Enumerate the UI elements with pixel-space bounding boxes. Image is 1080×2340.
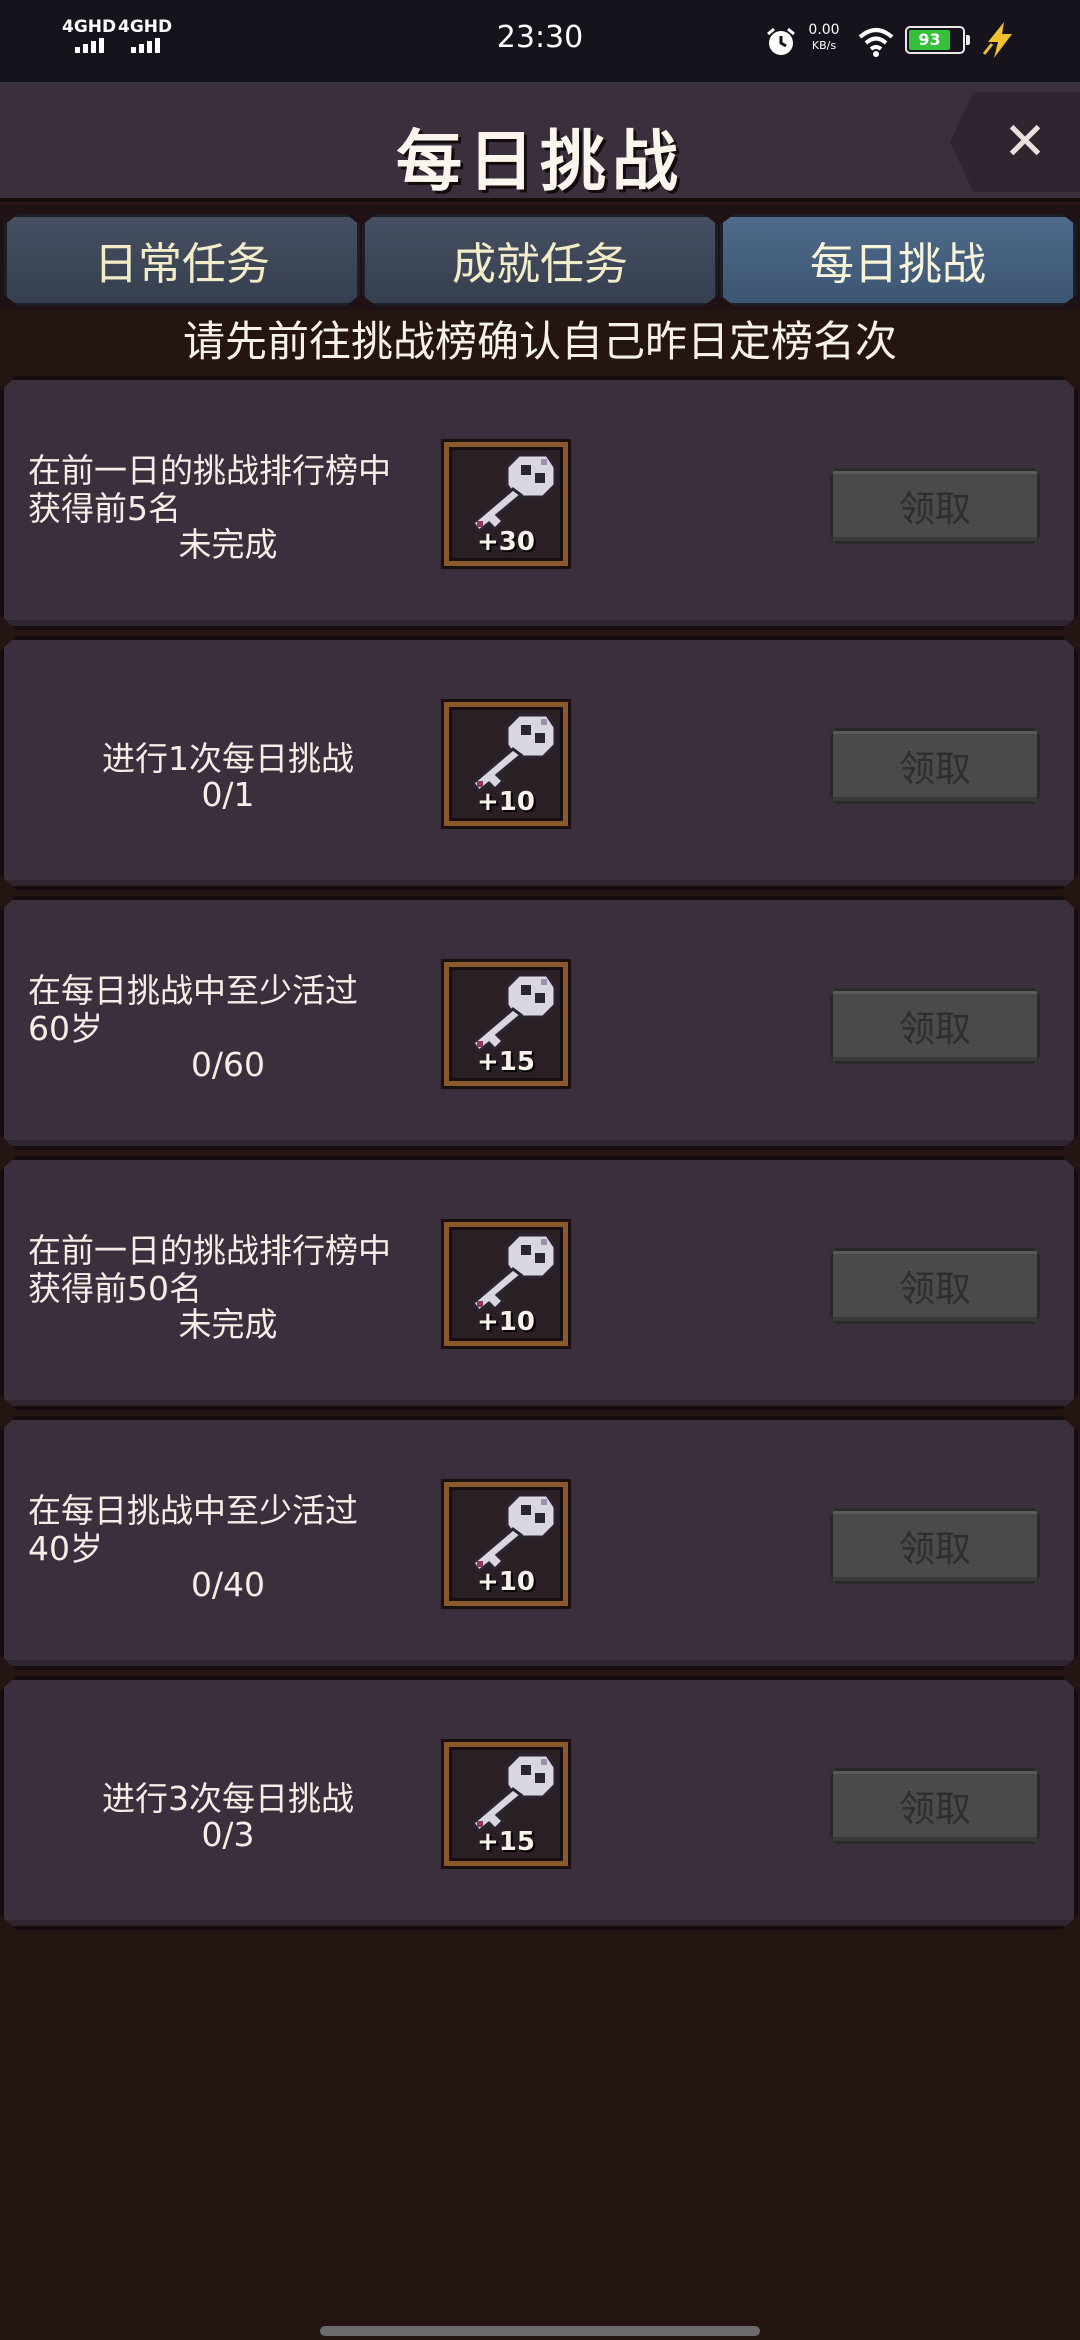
task-description-line1: 在前一日的挑战排行榜中 [28, 1231, 391, 1270]
claim-button[interactable]: 领取 [830, 1248, 1040, 1324]
task-description-line1: 在每日挑战中至少活过 [28, 1491, 358, 1530]
network-speed-unit: KB/s [811, 39, 837, 52]
reward-amount: +15 [477, 1047, 535, 1077]
claim-button[interactable]: 领取 [830, 468, 1040, 544]
task-description: 在前一日的挑战排行榜中 获得前5名 [28, 452, 428, 528]
task-description: 在前一日的挑战排行榜中 获得前50名 [28, 1232, 428, 1308]
task-description: 在每日挑战中至少活过 60岁 [28, 972, 428, 1048]
reward-slot: +15 [444, 1742, 568, 1866]
task-description-line2: 获得前5名 [28, 489, 181, 528]
close-button[interactable]: ✕ [950, 92, 1080, 192]
task-card: 在每日挑战中至少活过 40岁 0/40 +10 领取 [0, 1416, 1078, 1670]
task-description-line2: 40岁 [28, 1529, 103, 1568]
alarm-clock-icon [767, 27, 795, 55]
task-card: 进行3次每日挑战 0/3 +15 领取 [0, 1676, 1078, 1930]
page-title: 每日挑战 [396, 123, 684, 200]
reward-amount: +15 [477, 1827, 535, 1857]
task-progress: 0/1 [201, 775, 255, 814]
task-description-line1: 在每日挑战中至少活过 [28, 971, 358, 1010]
task-card: 进行1次每日挑战 0/1 +10 领取 [0, 636, 1078, 890]
claim-button[interactable]: 领取 [830, 1768, 1040, 1844]
home-indicator[interactable] [320, 2326, 760, 2336]
silver-key-icon [470, 973, 557, 1054]
task-card: 在前一日的挑战排行榜中 获得前5名 未完成 +30 领取 [0, 376, 1078, 630]
reward-amount: +10 [477, 1307, 535, 1337]
reward-slot: +10 [444, 702, 568, 826]
task-description-line2: 60岁 [28, 1009, 103, 1048]
wifi-icon [858, 28, 894, 57]
task-description-line1: 进行1次每日挑战 [102, 739, 354, 778]
silver-key-icon [470, 453, 557, 534]
reward-amount: +10 [477, 1567, 535, 1597]
task-progress: 0/3 [201, 1815, 255, 1854]
task-progress: 未完成 [178, 1305, 278, 1344]
tab-daily-challenge[interactable]: 每日挑战 [720, 214, 1076, 306]
info-banner: 请先前往挑战榜确认自己昨日定榜名次 [182, 317, 897, 366]
task-description: 在每日挑战中至少活过 40岁 [28, 1492, 428, 1568]
task-progress: 0/60 [190, 1045, 266, 1084]
reward-amount: +10 [477, 787, 535, 817]
tab-daily-tasks[interactable]: 日常任务 [4, 214, 360, 306]
page-header: 每日挑战 ✕ [0, 82, 1080, 202]
network-speed: 0.00 KB/s [803, 22, 845, 54]
network-speed-value: 0.00 [808, 22, 840, 38]
charging-bolt-icon [982, 22, 1012, 58]
reward-amount: +30 [477, 527, 535, 557]
status-bar: 4GHD 4GHD 23:30 0.00 KB/s 93 [0, 0, 1080, 82]
task-card: 在每日挑战中至少活过 60岁 0/60 +15 领取 [0, 896, 1078, 1150]
task-progress: 0/40 [190, 1565, 266, 1604]
task-description: 进行1次每日挑战 [28, 740, 428, 778]
tab-achievement-tasks[interactable]: 成就任务 [362, 214, 718, 306]
claim-button[interactable]: 领取 [830, 1508, 1040, 1584]
reward-slot: +30 [444, 442, 568, 566]
task-description: 进行3次每日挑战 [28, 1780, 428, 1818]
claim-button[interactable]: 领取 [830, 728, 1040, 804]
battery-indicator: 93 [905, 26, 970, 54]
silver-key-icon [470, 713, 557, 794]
claim-button[interactable]: 领取 [830, 988, 1040, 1064]
silver-key-icon [470, 1753, 557, 1834]
tab-bar: 日常任务 成就任务 每日挑战 [0, 206, 1080, 310]
task-description-line2: 获得前50名 [28, 1269, 202, 1308]
reward-slot: +15 [444, 962, 568, 1086]
reward-slot: +10 [444, 1222, 568, 1346]
battery-percent: 93 [918, 30, 941, 49]
task-description-line1: 进行3次每日挑战 [102, 1779, 354, 1818]
reward-slot: +10 [444, 1482, 568, 1606]
silver-key-icon [470, 1493, 557, 1574]
task-card: 在前一日的挑战排行榜中 获得前50名 未完成 +10 领取 [0, 1156, 1078, 1410]
silver-key-icon [470, 1233, 557, 1314]
task-progress: 未完成 [178, 525, 278, 564]
close-icon: ✕ [1003, 112, 1047, 172]
task-description-line1: 在前一日的挑战排行榜中 [28, 451, 391, 490]
